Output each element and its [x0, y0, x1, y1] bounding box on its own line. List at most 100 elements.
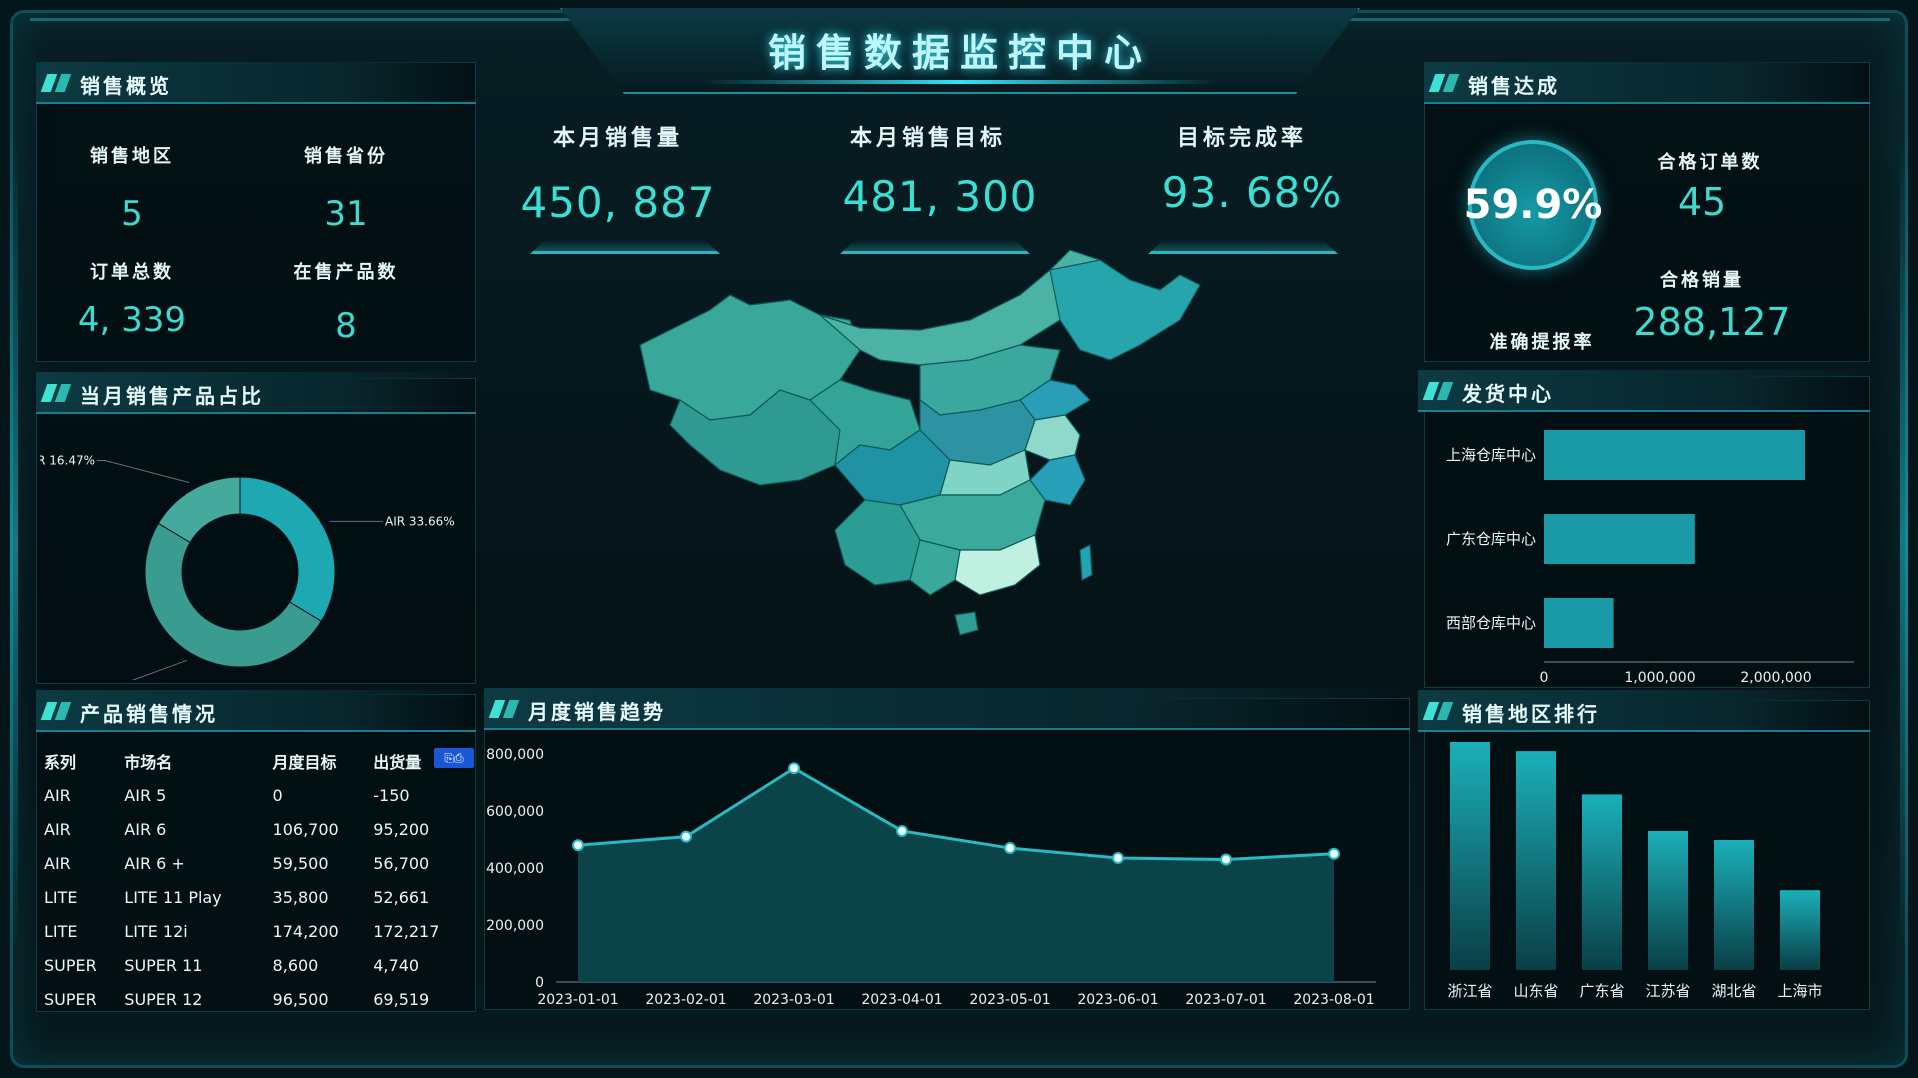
table-cell: 8,600	[272, 955, 319, 975]
kpi-value: 481, 300	[842, 172, 1038, 221]
ranking-category-label: 上海市	[1777, 982, 1822, 1000]
table-cell: LITE	[44, 887, 78, 907]
shipping-bar-chart: 上海仓库中心广东仓库中心西部仓库中心 0 1,000,000 2,000,000	[1446, 430, 1854, 686]
table-cell: SUPER 11	[124, 955, 203, 975]
table-cell: 106,700	[272, 819, 339, 839]
table-cell: AIR	[44, 819, 71, 839]
shipping-bar	[1544, 514, 1695, 564]
table-cell: 4,740	[373, 955, 420, 975]
accuracy-gauge: 59.9%	[1464, 140, 1602, 270]
column-header: 市场名	[124, 753, 173, 772]
x-tick-label: 2023-04-01	[861, 992, 942, 1008]
qualified-orders-value: 45	[1677, 180, 1727, 224]
ranking-category-label: 湖北省	[1711, 982, 1756, 1000]
ranking-bar	[1582, 794, 1622, 970]
china-sales-map	[639, 250, 1201, 636]
export-icon[interactable]: ⎘⎙	[434, 748, 474, 768]
table-cell: 56,700	[373, 853, 430, 873]
table-row: SUPER SUPER 12 96,500 69,519	[44, 982, 474, 1016]
table-row: LITE LITE 11 Play 35,800 52,661	[44, 880, 474, 914]
map-region-taiwan	[1079, 544, 1093, 581]
overview-value: 5	[121, 194, 143, 234]
table-cell: SUPER	[44, 955, 97, 975]
trend-point	[1004, 842, 1016, 855]
trend-header: 月度销售趋势	[484, 688, 1410, 730]
map-region-hainan	[954, 611, 979, 636]
table-cell: 69,519	[373, 989, 430, 1009]
product-table-header: 产品销售情况	[36, 690, 476, 732]
y-tick-label: 600,000	[486, 804, 544, 820]
header-mark-icon	[1422, 702, 1456, 720]
header-mark-icon	[1422, 382, 1456, 400]
x-tick-label: 2023-03-01	[753, 992, 834, 1008]
qualified-sales-value: 288,127	[1633, 300, 1791, 344]
trend-point	[572, 839, 584, 852]
table-cell: 172,217	[373, 921, 440, 941]
table-cell: SUPER	[44, 989, 97, 1009]
header-mark-icon	[1428, 74, 1462, 92]
y-tick-label: 200,000	[486, 918, 544, 934]
shipping-bar	[1544, 598, 1614, 648]
product-share-donut-chart: AIR 33.66%LITE 49.87%SUPER 16.47%	[40, 453, 455, 680]
ranking-header: 销售地区排行	[1418, 690, 1870, 732]
page-title: 销售数据监控中心	[767, 31, 1152, 75]
product-table: 系列 市场名 月度目标 出货量 AIR AIR 5 0 -150 AIR AIR 6 10…	[44, 744, 474, 1016]
x-tick-label: 2023-01-01	[537, 992, 618, 1008]
x-tick-label: 2,000,000	[1740, 670, 1811, 686]
x-tick-label: 2023-05-01	[969, 992, 1050, 1008]
overview-value: 4, 339	[77, 300, 187, 340]
shipping-header: 发货中心	[1418, 370, 1870, 412]
table-cell: AIR	[44, 853, 71, 873]
table-cell: LITE 11 Play	[124, 887, 222, 907]
table-cell: 59,500	[272, 853, 329, 873]
overview-label: 销售省份	[304, 146, 388, 167]
table-cell: 0	[272, 785, 283, 805]
table-cell: AIR 6 +	[124, 853, 185, 873]
donut-label: SUPER 16.47%	[40, 453, 95, 467]
ranking-category-label: 广东省	[1579, 982, 1624, 1000]
donut-leader-line	[97, 459, 190, 483]
trend-point	[680, 830, 692, 843]
x-tick-label: 0	[1540, 670, 1549, 686]
table-header-row: 系列 市场名 月度目标 出货量	[44, 744, 474, 778]
ranking-title: 销售地区排行	[1462, 702, 1600, 726]
accuracy-label: 准确提报率	[1489, 332, 1595, 353]
table-cell: 96,500	[272, 989, 329, 1009]
bar-category-label: 西部仓库中心	[1446, 614, 1536, 632]
table-row: AIR AIR 6 106,700 95,200	[44, 812, 474, 846]
kpi-value: 450, 887	[520, 178, 716, 227]
donut-leader-line	[131, 659, 188, 680]
column-header: 系列	[44, 753, 77, 772]
donut-slice	[239, 476, 336, 622]
kpi-value: 93. 68%	[1161, 168, 1343, 217]
ranking-bar	[1714, 840, 1754, 970]
qualified-orders-label: 合格订单数	[1657, 152, 1763, 173]
product-table-title: 产品销售情况	[80, 702, 218, 726]
kpi-label: 目标完成率	[1176, 126, 1307, 151]
table-cell: AIR	[44, 785, 71, 805]
ranking-category-label: 浙江省	[1447, 982, 1492, 1000]
product-share-title: 当月销售产品占比	[80, 384, 264, 408]
donut-label: AIR 33.66%	[385, 514, 455, 528]
overview-label: 在售产品数	[293, 262, 399, 283]
kpi-label: 本月销售目标	[849, 126, 1006, 151]
ranking-bar	[1516, 751, 1556, 970]
table-row: AIR AIR 5 0 -150	[44, 778, 474, 812]
header-mark-icon	[40, 384, 74, 402]
table-cell: 95,200	[373, 819, 430, 839]
trend-point	[1112, 852, 1124, 865]
overview-label: 订单总数	[90, 262, 174, 283]
ranking-bar	[1780, 890, 1820, 970]
monthly-trend-chart: 0 200,000 400,000 600,000 800,000 2023-01-01 2…	[486, 747, 1376, 1008]
trend-point	[788, 762, 800, 775]
product-share-header: 当月销售产品占比	[36, 372, 476, 414]
trend-point	[1220, 853, 1232, 866]
overview-value: 31	[324, 194, 368, 234]
achievement-header: 销售达成	[1424, 62, 1870, 104]
x-tick-label: 2023-08-01	[1293, 992, 1374, 1008]
bar-category-label: 上海仓库中心	[1446, 446, 1536, 464]
y-tick-label: 800,000	[486, 747, 544, 763]
kpi-label: 本月销售量	[552, 126, 683, 151]
table-cell: AIR 5	[124, 785, 167, 805]
y-tick-label: 400,000	[486, 861, 544, 877]
